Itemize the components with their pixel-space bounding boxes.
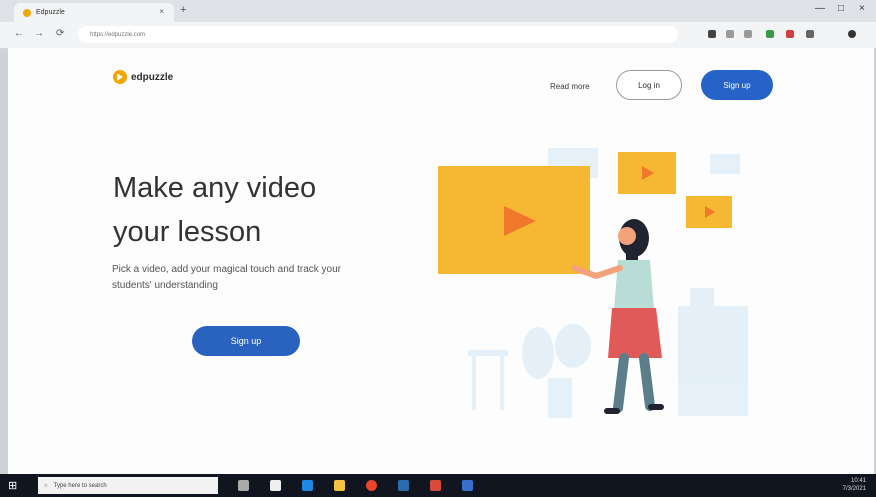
extension-icon[interactable] bbox=[786, 30, 794, 38]
login-button[interactable]: Log in bbox=[616, 70, 682, 100]
tab-close-icon[interactable]: × bbox=[159, 7, 164, 16]
signup-button-hero[interactable]: Sign up bbox=[192, 326, 300, 356]
windows-taskbar: ⊞ ○ Type here to search 10:41 7/3/2021 bbox=[0, 474, 876, 497]
logo-text: edpuzzle bbox=[131, 71, 174, 83]
browser-toolbar: ← → ⟳ https://edpuzzle.com bbox=[0, 22, 876, 49]
file-explorer-icon[interactable] bbox=[334, 480, 345, 491]
back-button[interactable]: ← bbox=[14, 28, 24, 39]
search-placeholder: Type here to search bbox=[53, 482, 107, 489]
task-view-icon[interactable] bbox=[270, 480, 281, 491]
profile-icon[interactable] bbox=[848, 30, 856, 38]
extension-icon[interactable] bbox=[708, 30, 716, 38]
headline-line-2: your lesson bbox=[113, 216, 262, 248]
browser-tab-strip: Edpuzzle × + — □ × bbox=[0, 0, 876, 22]
forward-button[interactable]: → bbox=[34, 28, 44, 39]
small-video-thumbnail bbox=[618, 152, 676, 194]
edpuzzle-favicon-icon bbox=[23, 8, 31, 17]
windows-start-icon[interactable]: ⊞ bbox=[8, 479, 17, 492]
microphone-icon[interactable] bbox=[238, 480, 249, 491]
edge-browser-icon[interactable] bbox=[302, 480, 313, 491]
clock-time: 10:41 bbox=[850, 478, 866, 484]
close-window-button[interactable]: × bbox=[859, 3, 865, 14]
extension-icon[interactable] bbox=[744, 30, 752, 38]
maximize-button[interactable]: □ bbox=[838, 3, 844, 14]
edpuzzle-logo[interactable]: edpuzzle bbox=[113, 70, 173, 84]
minimize-button[interactable]: — bbox=[815, 3, 825, 14]
reload-button[interactable]: ⟳ bbox=[56, 28, 64, 39]
edpuzzle-logo-icon bbox=[113, 70, 127, 84]
headline-line-1: Make any video bbox=[113, 172, 317, 204]
system-tray-clock[interactable]: 10:41 7/3/2021 bbox=[843, 477, 866, 493]
new-tab-button[interactable]: + bbox=[180, 4, 186, 16]
extension-icon[interactable] bbox=[726, 30, 734, 38]
browser-tab[interactable]: Edpuzzle × bbox=[14, 3, 174, 22]
hero-headline: Make any video your lesson bbox=[113, 166, 373, 254]
read-more-link[interactable]: Read more bbox=[550, 82, 590, 91]
hero-subtext: Pick a video, add your magical touch and… bbox=[112, 264, 342, 291]
taskbar-search-box[interactable]: ○ Type here to search bbox=[38, 477, 218, 494]
webpage: edpuzzle Read more Log in Sign up Make a… bbox=[8, 48, 874, 474]
outlook-app-icon[interactable] bbox=[462, 480, 473, 491]
extension-icon[interactable] bbox=[766, 30, 774, 38]
search-app-icon[interactable] bbox=[430, 480, 441, 491]
tab-title: Edpuzzle bbox=[36, 9, 65, 16]
word-app-icon[interactable] bbox=[398, 480, 409, 491]
address-bar[interactable]: https://edpuzzle.com bbox=[78, 26, 678, 43]
search-icon: ○ bbox=[44, 482, 48, 489]
hero-illustration bbox=[438, 148, 748, 418]
clock-date: 7/3/2021 bbox=[842, 486, 866, 492]
signup-button-header[interactable]: Sign up bbox=[701, 70, 773, 100]
small-video-thumbnail bbox=[686, 196, 732, 228]
chrome-browser-icon[interactable] bbox=[366, 480, 377, 491]
extension-icon[interactable] bbox=[806, 30, 814, 38]
main-video-player bbox=[438, 166, 590, 274]
address-url: https://edpuzzle.com bbox=[90, 31, 146, 38]
